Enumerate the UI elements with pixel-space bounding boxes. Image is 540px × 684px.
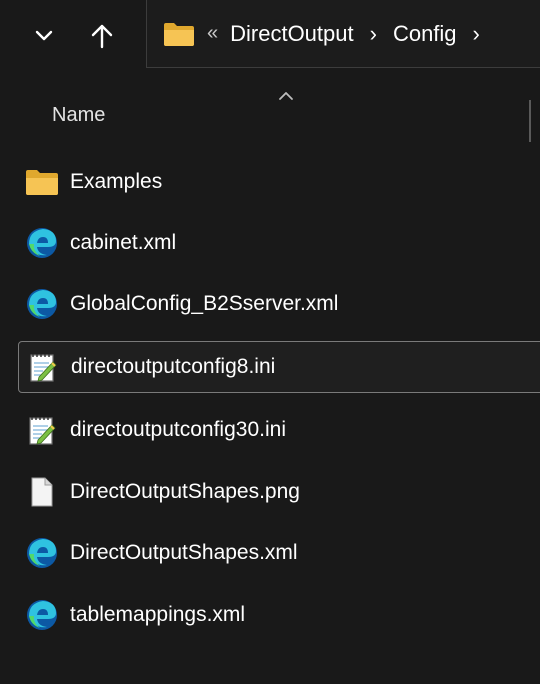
file-name: Examples — [70, 170, 163, 193]
expand-history-button[interactable] — [24, 14, 64, 58]
column-header-name[interactable]: Name — [52, 104, 105, 127]
file-name: cabinet.xml — [70, 231, 177, 254]
notepad-icon — [25, 349, 61, 385]
list-item[interactable]: DirectOutputShapes.xml — [18, 527, 540, 579]
breadcrumb-directoutput[interactable]: DirectOutput — [230, 21, 354, 47]
file-name: DirectOutputShapes.png — [70, 480, 300, 503]
list-item[interactable]: GlobalConfig_B2Sserver.xml — [18, 278, 540, 330]
file-name: tablemappings.xml — [70, 603, 246, 626]
list-item[interactable]: Examples — [18, 156, 540, 208]
up-arrow-icon — [91, 23, 113, 49]
up-folder-button[interactable] — [82, 14, 122, 58]
blank-file-icon — [24, 474, 60, 510]
folder-icon — [163, 21, 195, 47]
list-item[interactable]: directoutputconfig30.ini — [18, 404, 540, 456]
list-item[interactable]: tablemappings.xml — [18, 589, 540, 641]
file-name: directoutputconfig30.ini — [70, 418, 286, 441]
breadcrumb-chevron-icon[interactable]: › — [370, 21, 377, 47]
chevron-down-icon — [35, 30, 53, 42]
file-name: DirectOutputShapes.xml — [70, 541, 298, 564]
breadcrumb-config[interactable]: Config — [393, 21, 457, 47]
sort-ascending-icon — [278, 88, 294, 106]
column-resize-handle[interactable] — [529, 100, 531, 142]
list-item[interactable]: DirectOutputShapes.png — [18, 466, 540, 518]
list-item[interactable]: cabinet.xml — [18, 217, 540, 269]
breadcrumb-overflow-button[interactable]: « — [207, 22, 218, 45]
file-name: directoutputconfig8.ini — [71, 355, 276, 378]
address-bar[interactable]: « DirectOutput › Config › — [146, 0, 540, 68]
file-name: GlobalConfig_B2Sserver.xml — [70, 292, 339, 315]
folder-icon — [24, 164, 60, 200]
breadcrumb-chevron-icon[interactable]: › — [473, 21, 480, 47]
edge-icon — [24, 286, 60, 322]
notepad-icon — [24, 412, 60, 448]
edge-icon — [24, 535, 60, 571]
edge-icon — [24, 225, 60, 261]
edge-icon — [24, 597, 60, 633]
list-item[interactable]: directoutputconfig8.ini — [18, 341, 540, 393]
